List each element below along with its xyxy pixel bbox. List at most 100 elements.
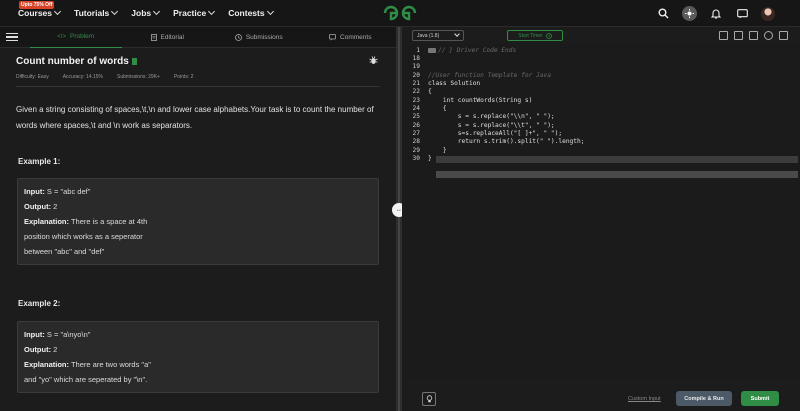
chevron-down-icon <box>53 7 62 16</box>
editor-toolbar: Java (1.8) Start Timer <box>402 27 800 44</box>
problem-description: Given a string consisting of spaces,\t,\… <box>16 105 374 130</box>
accuracy: Accuracy: 14.15% <box>62 74 104 80</box>
code-line: s = s.replace("\\t", " "); <box>428 122 555 129</box>
upload-icon[interactable] <box>749 31 758 40</box>
reset-icon[interactable] <box>764 31 773 40</box>
difficulty: Difficulty: Easy <box>16 74 49 80</box>
tab-submissions[interactable]: Submissions <box>213 27 305 47</box>
code-line: s = s.replace("\\n", " "); <box>428 113 555 120</box>
problem-pane: </> Problem Editorial Submissions Commen… <box>0 27 396 411</box>
gfg-logo[interactable] <box>383 5 417 21</box>
divider <box>16 86 380 87</box>
line-number: 20 <box>412 72 420 79</box>
timer-icon <box>545 32 552 39</box>
nav-practice[interactable]: Practice <box>173 7 216 18</box>
chevron-down-icon <box>111 7 119 16</box>
code-line: } <box>428 147 447 154</box>
nav-contests[interactable]: Contests <box>228 7 274 18</box>
code-line: } <box>428 155 432 162</box>
clock-icon <box>234 33 242 41</box>
input-label: Input: <box>24 187 45 196</box>
fold-marker-icon[interactable] <box>428 48 436 53</box>
explanation-line: There are two words "a" <box>70 360 151 369</box>
nav-jobs[interactable]: Jobs <box>131 7 161 18</box>
line-number: 28 <box>412 138 420 145</box>
output-label: Output: <box>24 345 52 354</box>
chat-icon[interactable] <box>735 7 749 21</box>
copy-icon[interactable] <box>719 31 728 40</box>
line-number: 29 <box>412 147 420 154</box>
tab-label: Submissions <box>245 33 283 41</box>
doc-icon <box>150 33 157 41</box>
start-timer-button[interactable]: Start Timer <box>507 30 563 41</box>
line-highlight <box>436 156 798 163</box>
line-number: 25 <box>412 113 420 120</box>
download-icon[interactable] <box>734 31 743 40</box>
input-value: S = "a\nyo\n" <box>46 330 91 339</box>
example-1-box: Input: S = "abc def" Output: 2 Explanati… <box>17 178 379 265</box>
nav-label: Tutorials <box>74 8 110 18</box>
bug-report-icon[interactable] <box>369 56 378 65</box>
code-line: //User function Template for Java <box>428 72 551 79</box>
code-line: int countWords(String s) <box>428 97 533 104</box>
line-number: 30 <box>412 155 420 162</box>
hamburger-menu-icon[interactable] <box>0 32 30 42</box>
lightbulb-icon[interactable] <box>422 392 436 406</box>
line-number: 18 <box>412 55 420 62</box>
nav-tutorials[interactable]: Tutorials <box>74 7 119 18</box>
explanation-label: Explanation: <box>24 360 70 369</box>
editor-pane: Java (1.8) Start Timer 1 // } Driver Cod… <box>402 27 800 411</box>
tab-label: Problem <box>69 33 95 40</box>
code-editor[interactable]: 1 // } Driver Code Ends 18 19 20 //User … <box>402 44 800 379</box>
tab-label: Comments <box>340 33 372 41</box>
line-number: 24 <box>412 105 420 112</box>
timer-label: Start Timer <box>518 32 543 39</box>
comment-icon <box>329 33 336 41</box>
output-value: 2 <box>53 345 58 354</box>
explanation-label: Explanation: <box>24 217 70 226</box>
main-nav: Courses Tutorials Jobs Practice Contests <box>18 7 274 18</box>
search-icon[interactable] <box>656 7 670 21</box>
nav-label: Jobs <box>131 8 152 18</box>
code-line: class Solution <box>428 80 481 87</box>
line-number: 21 <box>412 80 420 87</box>
nav-label: Practice <box>173 8 207 18</box>
nav-label: Contests <box>228 8 265 18</box>
explanation-line: between "abc" and "def" <box>24 247 105 256</box>
output-label: Output: <box>24 202 52 211</box>
line-number: 26 <box>412 122 420 129</box>
chevron-down-icon <box>208 7 216 16</box>
line-number: 22 <box>412 88 420 95</box>
code-icon: </> <box>57 33 66 40</box>
tab-comments[interactable]: Comments <box>305 27 397 47</box>
submissions-count: Submissions: 29K+ <box>117 74 160 80</box>
compile-run-button[interactable]: Compile & Run <box>676 391 732 406</box>
problem-tabs: </> Problem Editorial Submissions Commen… <box>0 27 396 48</box>
submit-button[interactable]: Submit <box>741 391 779 406</box>
line-number: 19 <box>412 63 420 70</box>
language-select[interactable]: Java (1.8) <box>412 30 464 41</box>
bookmark-icon[interactable] <box>131 58 137 65</box>
problem-meta: Difficulty: Easy Accuracy: 14.15% Submis… <box>16 74 193 80</box>
example-1-heading: Example 1: <box>18 157 61 166</box>
tab-problem[interactable]: </> Problem <box>30 27 122 48</box>
fullscreen-icon[interactable] <box>779 31 788 40</box>
input-value: S = "abc def" <box>46 187 91 196</box>
points: Points: 2 <box>173 74 194 80</box>
tab-editorial[interactable]: Editorial <box>122 27 214 47</box>
explanation-line: position which works as a seperator <box>24 232 143 241</box>
custom-input-link[interactable]: Custom Input <box>628 396 661 402</box>
bell-icon[interactable] <box>709 7 723 21</box>
code-line: // } Driver Code Ends <box>438 47 517 54</box>
nav-courses[interactable]: Courses <box>18 7 62 18</box>
explanation-line: and "yo" which are seperated by "\n". <box>24 375 148 384</box>
chevron-down-icon <box>454 31 460 37</box>
input-label: Input: <box>24 330 45 339</box>
avatar[interactable] <box>761 6 775 21</box>
pane-resizer-line <box>398 27 400 411</box>
problem-title: Count number of words <box>16 56 137 67</box>
explanation-line: There is a space at 4th <box>70 217 148 226</box>
code-line: { <box>428 105 447 112</box>
theme-toggle-icon[interactable] <box>682 6 697 21</box>
language-value: Java (1.8) <box>417 32 440 39</box>
